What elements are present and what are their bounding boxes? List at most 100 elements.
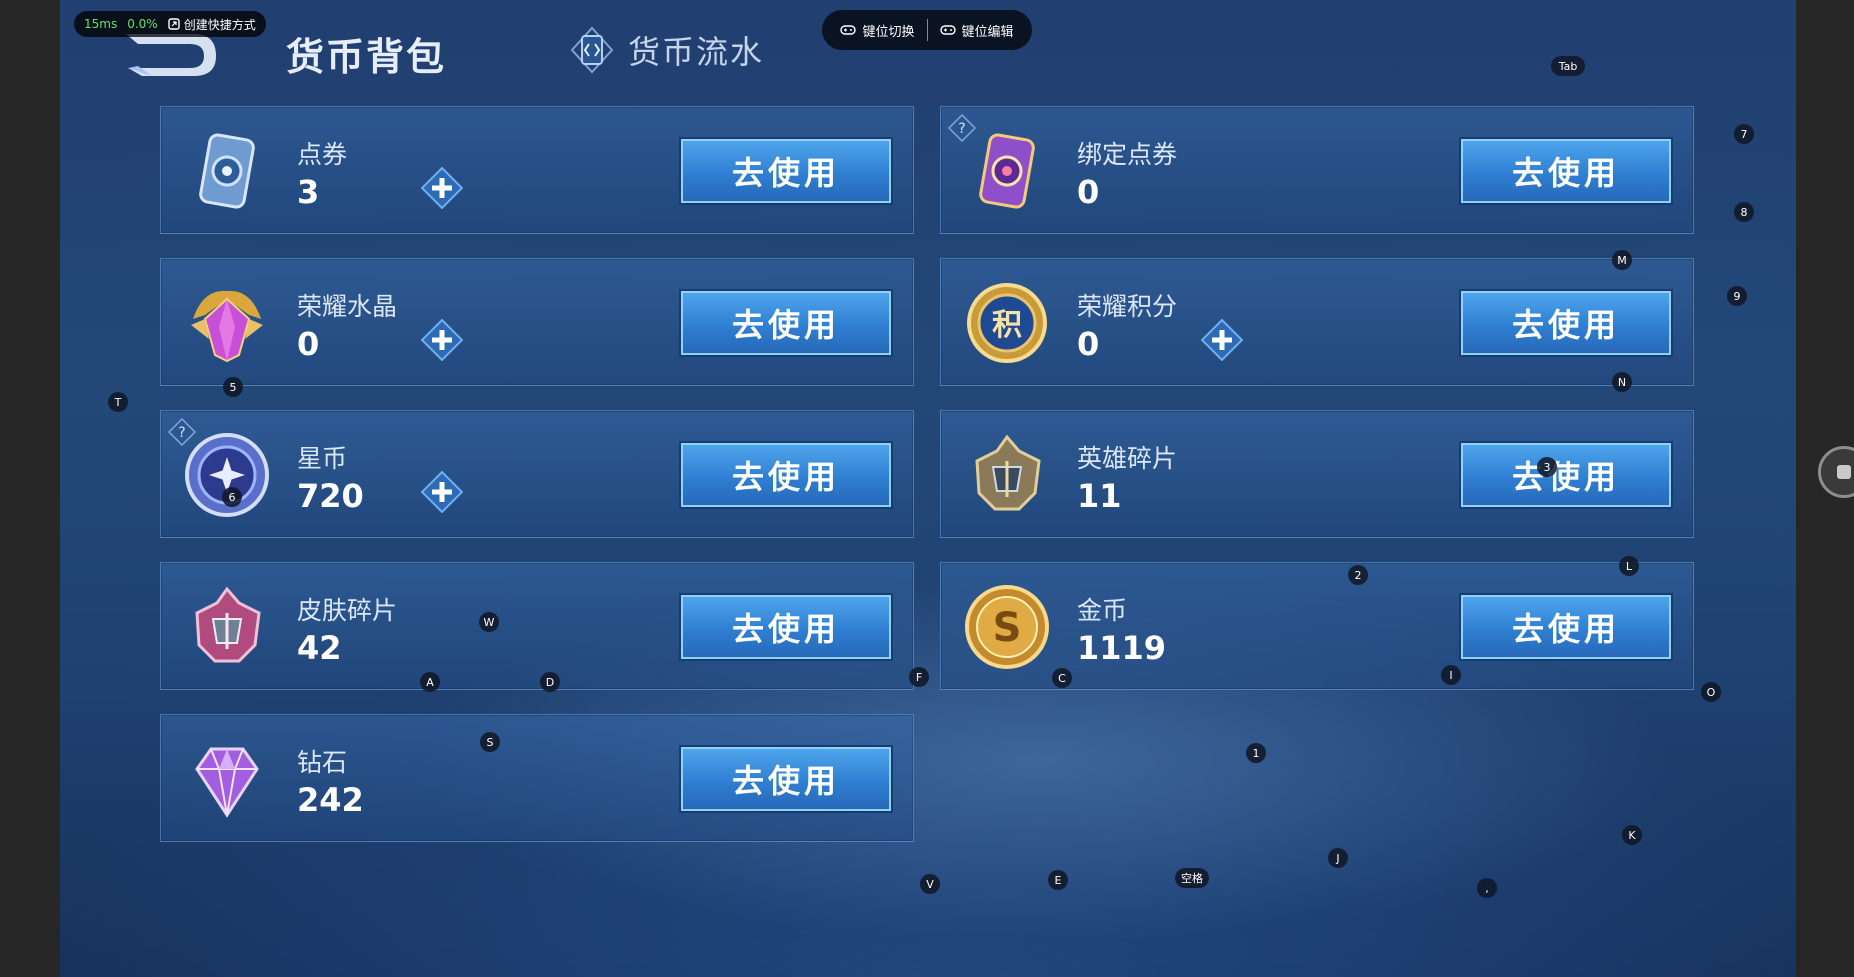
use-button[interactable]: 去使用 [681, 291, 891, 355]
use-button[interactable]: 去使用 [1461, 139, 1671, 203]
tab-currency-flow-label: 货币流水 [628, 33, 765, 71]
tab-currency-flow[interactable]: 货币流水 [570, 26, 764, 74]
key-hint-2: 2 [1348, 565, 1368, 585]
key-hint-6: 6 [222, 487, 242, 507]
use-button[interactable]: 去使用 [681, 443, 891, 507]
key-hint-c: C [1052, 668, 1072, 688]
key-mapping-toolbar: 键位切换 键位编辑 [822, 10, 1032, 50]
use-button[interactable]: 去使用 [681, 595, 891, 659]
key-hint-i: I [1441, 665, 1461, 685]
currency-value: 11 [1077, 477, 1122, 515]
currency-value: 1119 [1077, 629, 1167, 667]
plus-icon [420, 166, 464, 210]
key-hint-a: A [420, 672, 440, 692]
key-hint-8: 8 [1734, 202, 1754, 222]
bound-coupon-icon [963, 127, 1051, 215]
key-hint-d: D [540, 672, 560, 692]
recharge-plus-button[interactable] [420, 166, 464, 210]
key-switch-label: 键位切换 [862, 24, 915, 40]
key-hint-t: T [108, 392, 128, 412]
key-hint-v: V [920, 874, 940, 894]
key-hint-e: E [1048, 870, 1068, 890]
key-hint-o: O [1701, 682, 1721, 702]
plus-icon [420, 470, 464, 514]
skin-fragment-icon [183, 583, 271, 671]
gold-coin-icon: S [963, 583, 1051, 671]
key-hint-m: M [1612, 250, 1632, 270]
create-shortcut-button[interactable]: 创建快捷方式 [168, 16, 256, 33]
recharge-plus-button[interactable] [420, 318, 464, 362]
key-hint-1: 1 [1246, 743, 1266, 763]
currency-name: 点券 [297, 140, 348, 169]
plus-icon [1200, 318, 1244, 362]
use-button[interactable]: 去使用 [1461, 595, 1671, 659]
currency-value: 0 [297, 325, 320, 363]
key-hint-3: 3 [1537, 457, 1557, 477]
page-title: 货币背包 [286, 35, 447, 79]
key-switch-button[interactable]: 键位切换 [840, 21, 915, 40]
key-hint-5: 5 [223, 377, 243, 397]
diamond-icon [183, 735, 271, 823]
key-hint-9: 9 [1727, 286, 1747, 306]
toolbar-divider [926, 19, 928, 41]
currency-card-glory-points: 积 荣耀积分 0 去使用 [940, 258, 1694, 386]
use-button[interactable]: 去使用 [1461, 291, 1671, 355]
loss-text: 0.0% [127, 17, 158, 31]
plus-icon [420, 318, 464, 362]
recharge-plus-button[interactable] [420, 470, 464, 514]
currency-card-skin-fragment: 皮肤碎片 42 去使用 [160, 562, 914, 690]
currency-name: 皮肤碎片 [297, 596, 398, 625]
key-hint-s: S [480, 732, 500, 752]
currency-name: 金币 [1077, 596, 1128, 625]
key-hint-tab: Tab [1551, 56, 1585, 76]
key-hint-n: N [1612, 372, 1632, 392]
ledger-icon [570, 26, 614, 74]
currency-value: 0 [1077, 325, 1100, 363]
use-button[interactable]: 去使用 [1461, 443, 1671, 507]
currency-card-star-coin: ? 星币 720 去使用 [160, 410, 914, 538]
use-button[interactable]: 去使用 [681, 747, 891, 811]
currency-name: 英雄碎片 [1077, 444, 1178, 473]
latency-text: 15ms [84, 17, 118, 31]
key-edit-button[interactable]: 键位编辑 [939, 21, 1014, 40]
currency-name: 星币 [297, 444, 348, 473]
key-hint-j: J [1328, 848, 1348, 868]
currency-card-hero-fragment: 英雄碎片 11 去使用 [940, 410, 1694, 538]
currency-name: 钻石 [297, 748, 348, 777]
key-hint-7: 7 [1734, 124, 1754, 144]
currency-card-coupon: 点券 3 去使用 [160, 106, 914, 234]
currency-name: 荣耀水晶 [297, 292, 398, 321]
glory-crystal-icon [183, 279, 271, 367]
currency-name: 绑定点券 [1077, 140, 1178, 169]
key-hint-l: L [1619, 556, 1639, 576]
gamepad-icon [939, 25, 956, 35]
key-hint-f: F [909, 667, 929, 687]
hero-fragment-icon [963, 431, 1051, 519]
key-hint-w: W [479, 612, 499, 632]
key-hint-k: K [1622, 825, 1642, 845]
performance-overlay: 15ms 0.0% 创建快捷方式 [74, 11, 266, 37]
currency-card-diamond: 钻石 242 去使用 [160, 714, 914, 842]
currency-value: 242 [297, 781, 364, 819]
create-shortcut-label: 创建快捷方式 [183, 17, 256, 32]
svg-text:S: S [993, 605, 1022, 651]
use-button[interactable]: 去使用 [681, 139, 891, 203]
currency-value: 720 [297, 477, 364, 515]
currency-value: 0 [1077, 173, 1100, 211]
game-viewport: 货币背包 货币流水 点券 3 去使用 ? 绑定点券 0 去使用 荣耀水晶 0 去… [60, 0, 1796, 977]
currency-value: 42 [297, 629, 342, 667]
key-hint-space: 空格 [1175, 868, 1209, 888]
glory-points-icon: 积 [963, 279, 1051, 367]
currency-name: 荣耀积分 [1077, 292, 1178, 321]
key-hint-comma: , [1477, 878, 1497, 898]
gamepad-icon [840, 25, 857, 35]
shortcut-icon [168, 18, 180, 30]
svg-text:积: 积 [992, 308, 1022, 343]
currency-card-gold-coin: S 金币 1119 去使用 [940, 562, 1694, 690]
recharge-plus-button[interactable] [1200, 318, 1244, 362]
currency-card-glory-crystal: 荣耀水晶 0 去使用 [160, 258, 914, 386]
currency-card-bound-coupon: ? 绑定点券 0 去使用 [940, 106, 1694, 234]
currency-value: 3 [297, 173, 320, 211]
coupon-icon [183, 127, 271, 215]
key-edit-label: 键位编辑 [961, 24, 1014, 40]
